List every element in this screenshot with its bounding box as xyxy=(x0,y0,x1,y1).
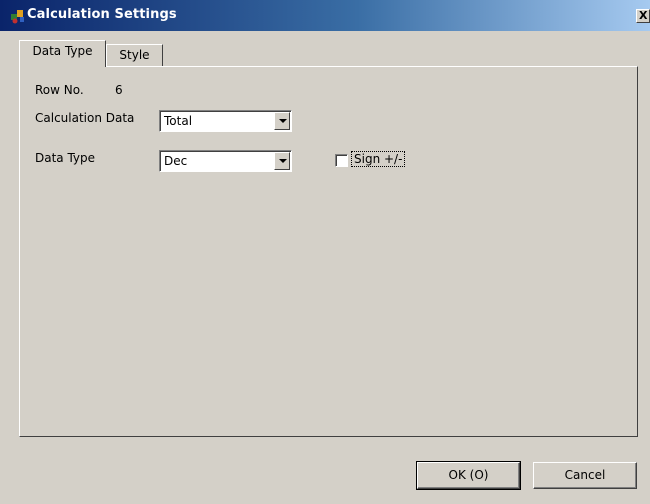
calculation-data-select[interactable]: Total xyxy=(159,110,292,132)
row-no-label: Row No. xyxy=(35,83,84,97)
close-icon: X xyxy=(639,9,648,22)
calculation-data-label: Calculation Data xyxy=(35,111,135,125)
tab-label: Style xyxy=(119,48,150,62)
ok-button-label: OK (O) xyxy=(448,468,489,482)
chevron-down-icon xyxy=(279,119,287,123)
sign-checkbox[interactable] xyxy=(335,154,348,167)
close-button[interactable]: X xyxy=(636,9,650,23)
tab-style[interactable]: Style xyxy=(106,44,163,68)
row-no-value: 6 xyxy=(115,83,123,97)
calculation-data-dropdown-button[interactable] xyxy=(274,112,290,130)
tab-panel: Row No. 6 Calculation Data Total Data Ty… xyxy=(19,66,638,437)
cancel-button-label: Cancel xyxy=(564,468,606,482)
chevron-down-icon xyxy=(279,159,287,163)
data-type-label: Data Type xyxy=(35,151,96,165)
data-type-dropdown-button[interactable] xyxy=(274,152,290,170)
tab-label: Data Type xyxy=(32,44,93,58)
window-title: Calculation Settings xyxy=(27,7,177,22)
app-icon xyxy=(11,10,24,24)
calculation-settings-dialog: Calculation Settings X Data Type Style R… xyxy=(0,0,650,504)
ok-button[interactable]: OK (O) xyxy=(416,461,521,490)
tab-data-type[interactable]: Data Type xyxy=(19,40,106,67)
data-type-value: Dec xyxy=(164,154,188,168)
sign-checkbox-label[interactable]: Sign +/- xyxy=(350,151,406,167)
calculation-data-value: Total xyxy=(164,114,193,128)
cancel-button[interactable]: Cancel xyxy=(533,462,637,489)
data-type-select[interactable]: Dec xyxy=(159,150,292,172)
title-bar[interactable]: Calculation Settings X xyxy=(0,0,650,31)
